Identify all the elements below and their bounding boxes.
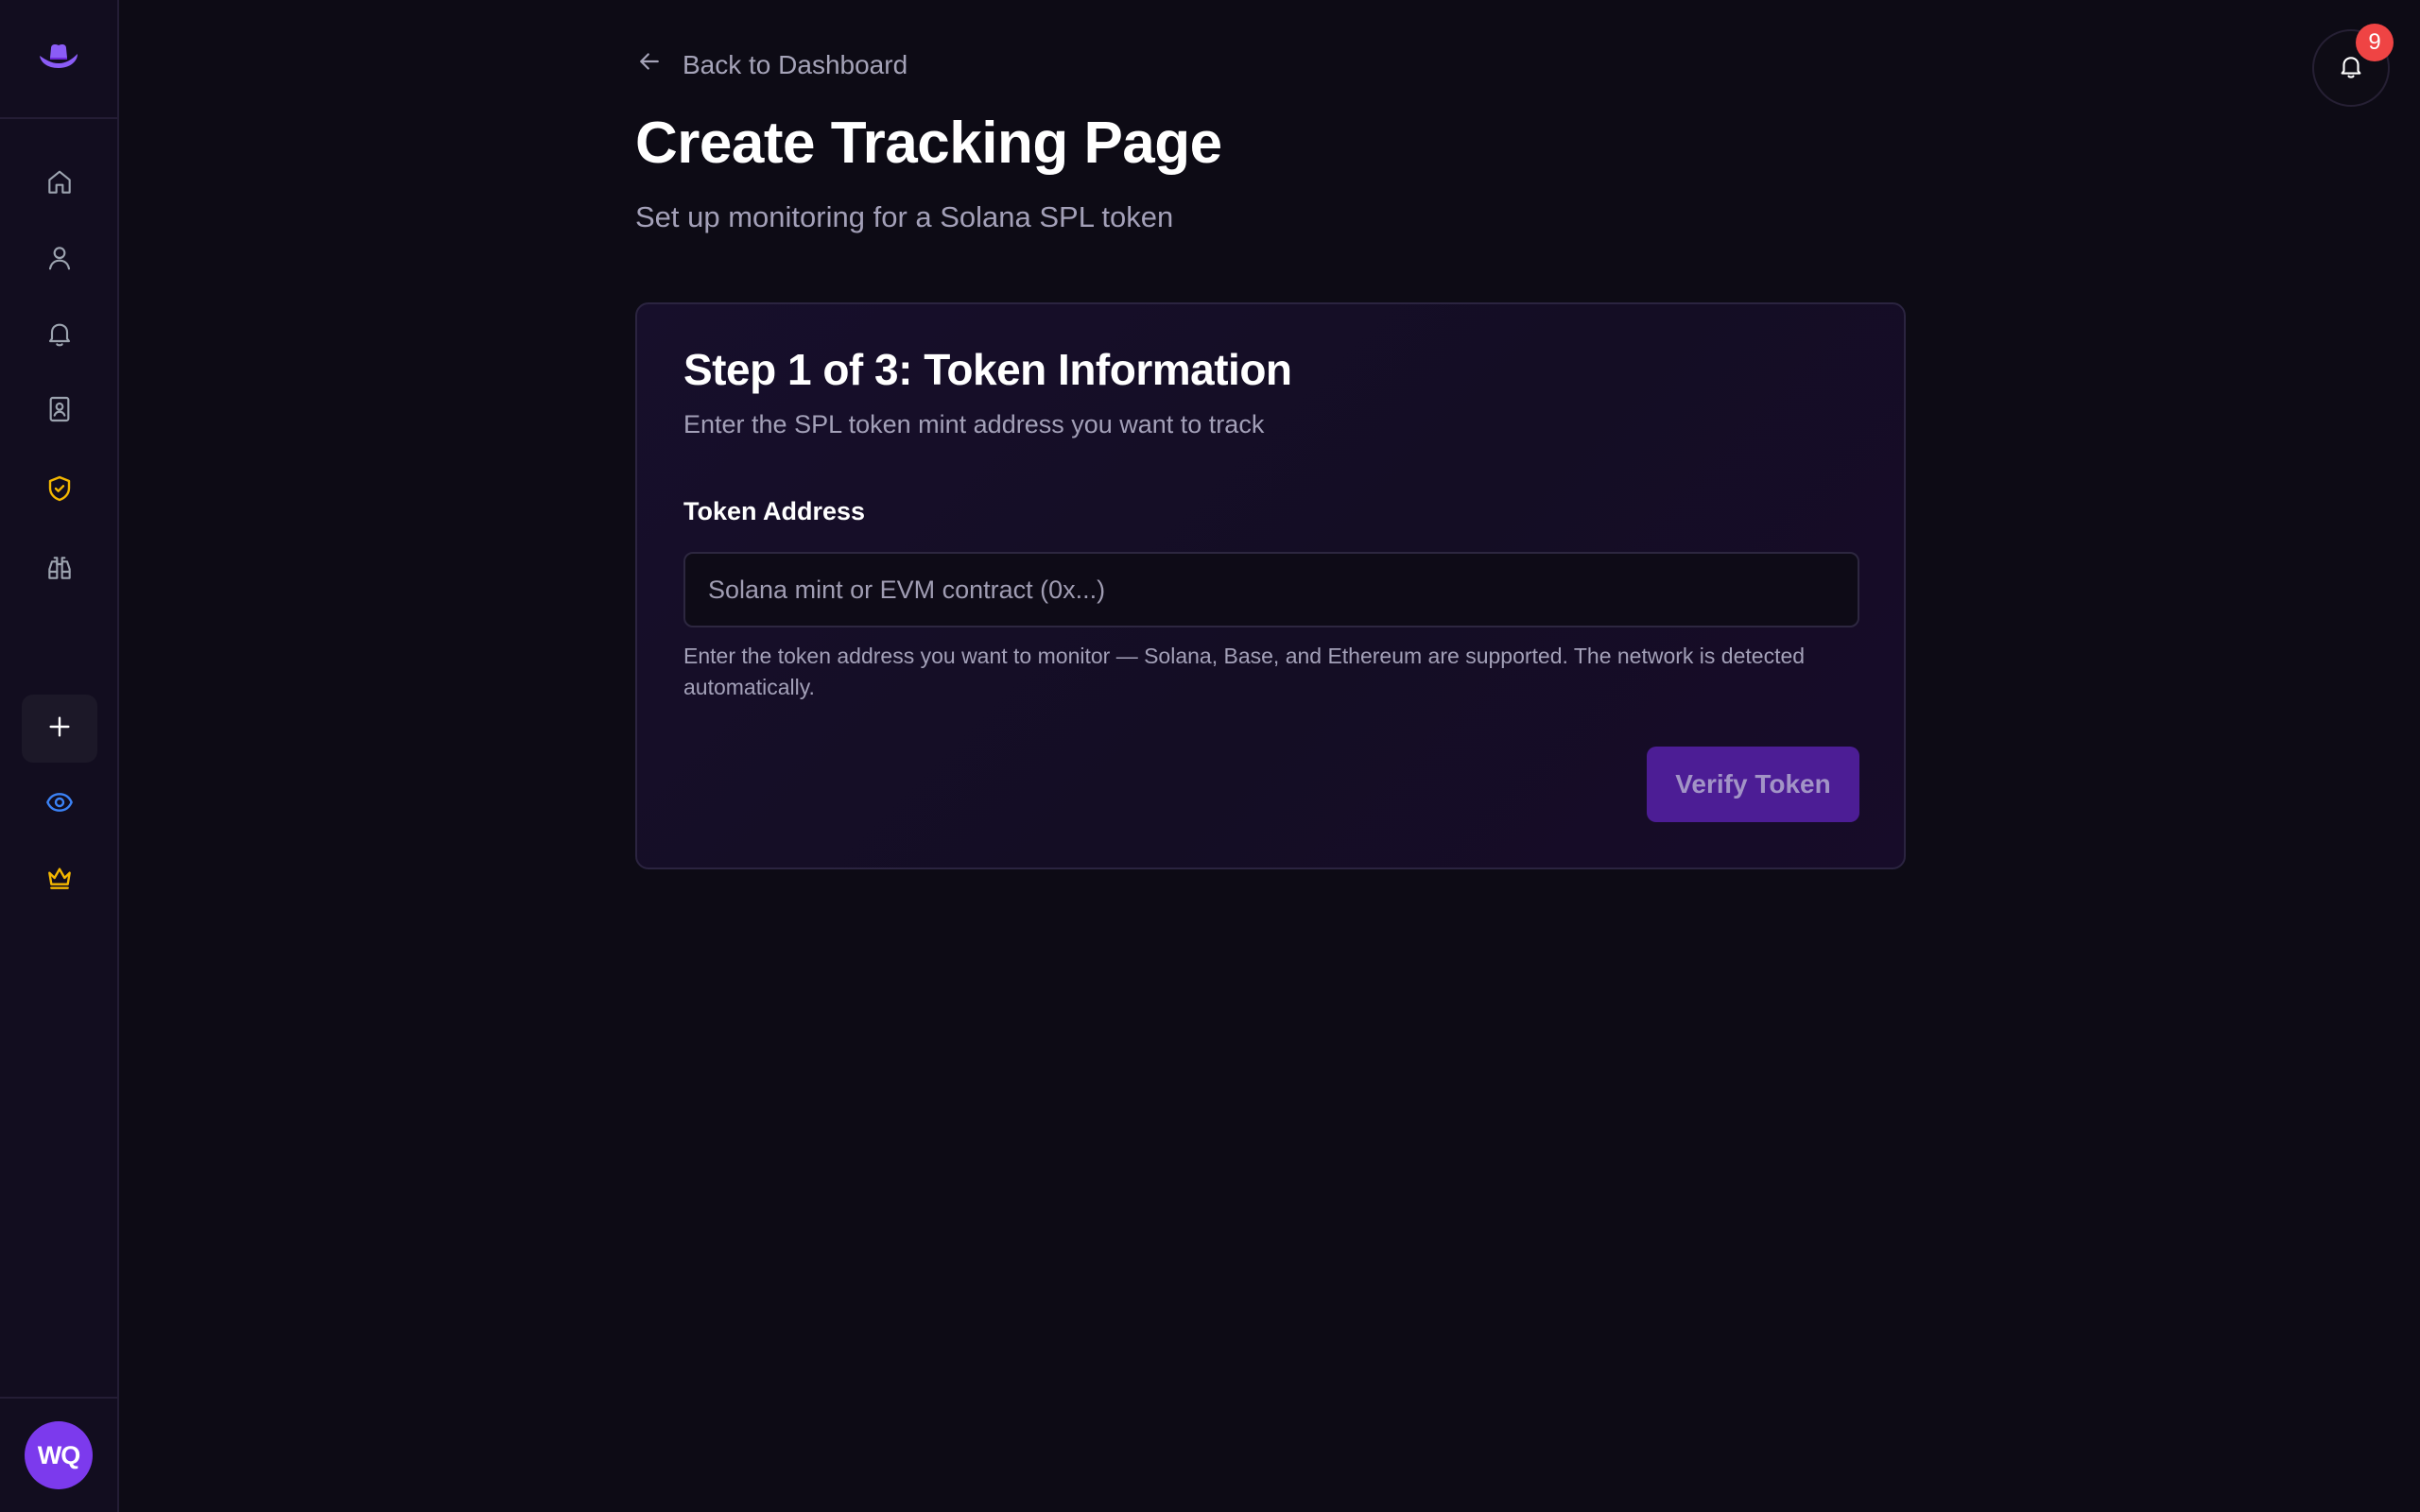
cowboy-hat-icon: [38, 43, 79, 76]
sidebar-footer: WQ: [0, 1397, 117, 1512]
crown-icon: [44, 863, 75, 898]
eye-icon: [44, 787, 75, 822]
nav-profile[interactable]: [22, 226, 97, 294]
logo[interactable]: [0, 0, 117, 119]
back-link-label: Back to Dashboard: [683, 49, 908, 79]
notification-count-badge: 9: [2356, 24, 2394, 61]
nav-watch[interactable]: [22, 536, 97, 604]
shield-check-icon: [44, 473, 75, 508]
token-address-help: Enter the token address you want to moni…: [683, 644, 1806, 699]
verify-token-button[interactable]: Verify Token: [1647, 747, 1859, 822]
nav-contacts[interactable]: [22, 377, 97, 445]
step-title: Step 1 of 3: Token Information: [683, 345, 1292, 394]
step-subtitle: Enter the SPL token mint address you wan…: [683, 410, 1265, 438]
plus-icon: [44, 712, 75, 747]
nav-security[interactable]: [22, 456, 97, 524]
token-info-card: Step 1 of 3: Token Information Enter the…: [635, 302, 1906, 869]
nav-alerts[interactable]: [22, 301, 97, 369]
token-address-label: Token Address: [683, 497, 866, 525]
nav-create[interactable]: [22, 695, 97, 763]
home-icon: [44, 167, 75, 202]
binoculars-icon: [44, 553, 75, 588]
page-title: Create Tracking Page: [635, 111, 1222, 176]
page-subtitle: Set up monitoring for a Solana SPL token: [635, 200, 1174, 233]
arrow-left-icon: [635, 47, 683, 82]
nav-watchlist[interactable]: [22, 770, 97, 838]
token-address-input[interactable]: [683, 552, 1859, 627]
contact-book-icon: [44, 394, 75, 429]
nav-home[interactable]: [22, 150, 97, 218]
avatar[interactable]: WQ: [25, 1421, 93, 1489]
nav-premium[interactable]: [22, 846, 97, 914]
sidebar: WQ: [0, 0, 119, 1512]
back-to-dashboard-link[interactable]: Back to Dashboard: [635, 47, 908, 82]
user-icon: [44, 243, 75, 278]
bell-icon: [44, 318, 75, 353]
